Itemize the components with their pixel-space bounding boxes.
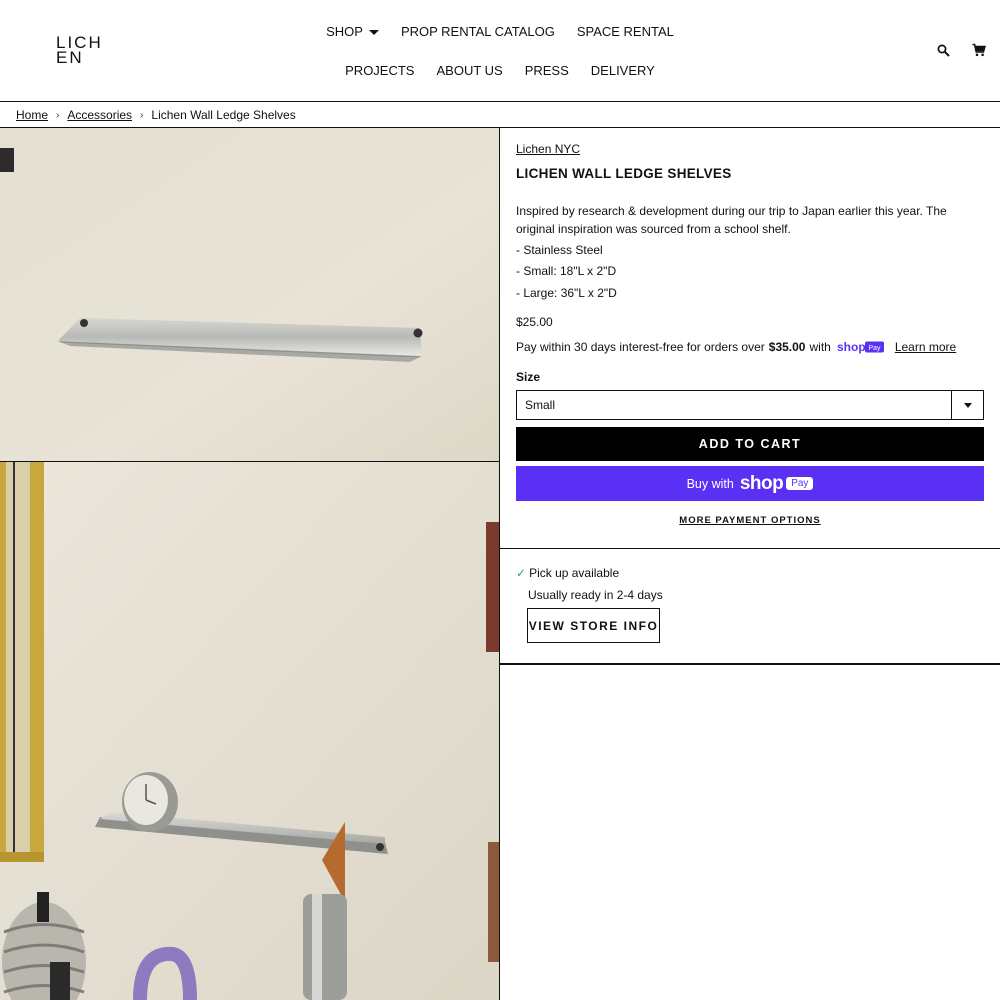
breadcrumb-home[interactable]: Home — [16, 108, 48, 122]
pay-badge: Pay — [786, 477, 814, 490]
product-photo-2[interactable] — [0, 462, 499, 1000]
header-icons — [937, 43, 986, 57]
product-feature-large-size: - Large: 36"L x 2"D — [516, 286, 617, 300]
search-icon[interactable] — [937, 44, 950, 57]
breadcrumb-separator: › — [140, 109, 144, 121]
learn-more-link[interactable]: Learn more — [895, 340, 956, 354]
breadcrumb-accessories[interactable]: Accessories — [67, 108, 132, 122]
more-payment-options-link[interactable]: MORE PAYMENT OPTIONS — [516, 515, 984, 526]
product-gallery — [0, 128, 500, 1000]
cart-icon[interactable] — [972, 43, 986, 57]
svg-text:shop: shop — [837, 340, 866, 354]
shop-pay-icon: shop Pay — [835, 340, 887, 354]
nav-item-shop-label: SHOP — [326, 24, 363, 39]
nav-item-prop-rental[interactable]: PROP RENTAL CATALOG — [401, 24, 555, 39]
section-divider — [500, 548, 1000, 549]
breadcrumb-separator: › — [56, 109, 60, 121]
nav-item-press[interactable]: PRESS — [525, 63, 569, 78]
vendor-link[interactable]: Lichen NYC — [516, 142, 580, 156]
checkmark-icon: ✓ — [516, 566, 527, 580]
view-store-info-button[interactable]: VIEW STORE INFO — [527, 608, 660, 643]
size-select-value: Small — [525, 398, 556, 412]
installments-with: with — [809, 340, 831, 354]
product-description: Inspired by research & development durin… — [516, 204, 947, 236]
buy-with-label: Buy with — [686, 476, 734, 491]
size-label: Size — [516, 370, 541, 384]
product-title: LICHEN WALL LEDGE SHELVES — [516, 166, 732, 181]
shop-brand-text: shop — [739, 472, 784, 494]
pickup-available-text: Pick up available — [529, 566, 620, 580]
product-photo-1[interactable] — [0, 128, 499, 462]
buy-with-shop-pay-button[interactable]: Buy with shop Pay — [516, 466, 984, 501]
nav-item-space-rental[interactable]: SPACE RENTAL — [577, 24, 674, 39]
breadcrumb-current: Lichen Wall Ledge Shelves — [151, 108, 296, 122]
main-nav-row-1: SHOP PROP RENTAL CATALOG SPACE RENTAL — [0, 24, 1000, 39]
installments-text: Pay within 30 days interest-free for ord… — [516, 340, 765, 354]
size-select[interactable]: Small — [516, 390, 984, 420]
shop-pay-logo-icon: shop Pay — [740, 473, 814, 495]
main-nav-row-2: PROJECTS ABOUT US PRESS DELIVERY — [0, 63, 1000, 78]
select-arrow[interactable] — [951, 391, 983, 419]
installments-banner: Pay within 30 days interest-free for ord… — [516, 340, 956, 354]
pickup-availability: ✓ Pick up available — [516, 566, 619, 580]
chevron-down-icon — [963, 402, 972, 408]
nav-item-about-us[interactable]: ABOUT US — [436, 63, 502, 78]
svg-text:Pay: Pay — [868, 345, 881, 352]
section-divider — [500, 663, 1000, 665]
pickup-ready-time: Usually ready in 2-4 days — [528, 588, 663, 602]
nav-item-delivery[interactable]: DELIVERY — [591, 63, 655, 78]
nav-item-projects[interactable]: PROJECTS — [345, 63, 414, 78]
breadcrumb: Home › Accessories › Lichen Wall Ledge S… — [16, 108, 296, 122]
installments-threshold: $35.00 — [768, 340, 806, 354]
chevron-down-icon — [368, 29, 379, 35]
product-price: $25.00 — [516, 315, 553, 329]
site-header: LICH EN SHOP PROP RENTAL CATALOG SPACE R… — [0, 0, 1000, 102]
product-feature-material: - Stainless Steel — [516, 243, 603, 257]
product-feature-small-size: - Small: 18"L x 2"D — [516, 264, 617, 278]
add-to-cart-button[interactable]: ADD TO CART — [516, 427, 984, 461]
site-logo[interactable]: LICH EN — [56, 34, 102, 66]
nav-item-shop[interactable]: SHOP — [326, 24, 379, 39]
